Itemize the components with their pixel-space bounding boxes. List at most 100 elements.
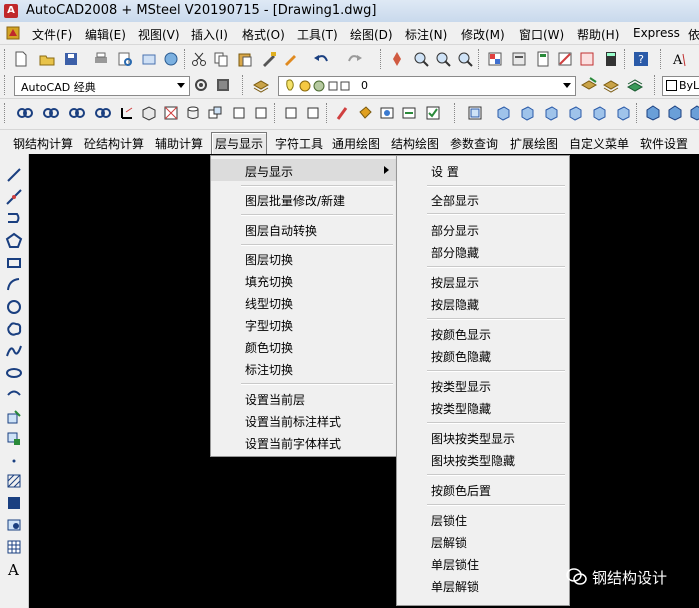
- box-x-icon[interactable]: [162, 104, 180, 122]
- cmd-general-draw[interactable]: 通用绘图: [332, 135, 380, 152]
- undo-icon[interactable]: [312, 50, 330, 68]
- submenu-item-show-by-type[interactable]: 按类型显示: [397, 374, 569, 396]
- markup-icon[interactable]: [578, 50, 596, 68]
- circle-pair-icon[interactable]: [16, 104, 34, 122]
- menu-help[interactable]: 帮助(H): [577, 26, 619, 43]
- menu-dimension[interactable]: 标注(N): [405, 26, 447, 43]
- circle-icon[interactable]: [5, 298, 23, 316]
- cmd-param-query[interactable]: 参数查询: [450, 135, 498, 152]
- hatch-icon[interactable]: [5, 472, 23, 490]
- submenu-item-show-all[interactable]: 全部显示: [397, 188, 569, 210]
- line-icon[interactable]: [5, 166, 23, 184]
- iso-view-icon[interactable]: [688, 104, 699, 122]
- print-icon[interactable]: [92, 50, 110, 68]
- cube-icon[interactable]: [282, 104, 300, 122]
- revision-cloud-icon[interactable]: [5, 320, 23, 338]
- layer-tools-icon[interactable]: [626, 76, 644, 94]
- polyline-icon[interactable]: [5, 210, 23, 228]
- insert-block-icon[interactable]: [5, 408, 23, 426]
- circle-pair-icon[interactable]: [68, 104, 86, 122]
- submenu-item-partial-show[interactable]: 部分显示: [397, 218, 569, 240]
- properties-icon[interactable]: [486, 50, 504, 68]
- menu-file[interactable]: 文件(F): [32, 26, 72, 43]
- paste-icon[interactable]: [236, 50, 254, 68]
- cmd-custom-menu[interactable]: 自定义菜单: [569, 135, 629, 152]
- point-icon[interactable]: [5, 452, 23, 470]
- spline-icon[interactable]: [5, 342, 23, 360]
- submenu-item-layer-unlock[interactable]: 层解锁: [397, 530, 569, 552]
- menu-window[interactable]: 窗口(W): [519, 26, 564, 43]
- layer-previous-icon[interactable]: [602, 76, 620, 94]
- menu-item-fill-switch[interactable]: 填充切换: [211, 269, 397, 291]
- cmd-concrete-calc[interactable]: 砼结构计算: [84, 135, 144, 152]
- ellipse-icon[interactable]: [5, 364, 23, 382]
- view-cube-icon[interactable]: [614, 104, 632, 122]
- cmd-software-settings[interactable]: 软件设置: [640, 135, 688, 152]
- cmd-extended-draw[interactable]: 扩展绘图: [510, 135, 558, 152]
- open-icon[interactable]: [38, 50, 56, 68]
- print-preview-icon[interactable]: [116, 50, 134, 68]
- workspace-settings-icon[interactable]: [192, 76, 210, 94]
- region-icon[interactable]: [5, 516, 23, 534]
- toolbar-grip[interactable]: [4, 49, 8, 69]
- menu-item-batch-layer[interactable]: 图层批量修改/新建: [211, 188, 397, 210]
- layer-manager-icon[interactable]: [252, 76, 270, 94]
- iso-view-icon[interactable]: [644, 104, 662, 122]
- circle-pair-icon[interactable]: [94, 104, 112, 122]
- text-style-icon[interactable]: A: [670, 50, 688, 68]
- 3d-dwf-icon[interactable]: [162, 50, 180, 68]
- submenu-item-partial-hide[interactable]: 部分隐藏: [397, 240, 569, 262]
- layer-select[interactable]: 0: [278, 76, 576, 96]
- view-cube-icon[interactable]: [542, 104, 560, 122]
- toolbar-grip[interactable]: [4, 75, 8, 95]
- menu-item-layer-switch[interactable]: 图层切换: [211, 247, 397, 269]
- design-center-icon[interactable]: [510, 50, 528, 68]
- check-icon[interactable]: [424, 104, 442, 122]
- iso-view-icon[interactable]: [666, 104, 684, 122]
- color-select[interactable]: ByL: [662, 76, 699, 96]
- menu-express[interactable]: Express: [633, 26, 680, 40]
- help-icon[interactable]: ?: [632, 50, 650, 68]
- make-block-icon[interactable]: [5, 430, 23, 448]
- menu-item-color-switch[interactable]: 颜色切换: [211, 335, 397, 357]
- menu-modify[interactable]: 修改(M): [461, 26, 505, 43]
- view-cube-icon[interactable]: [590, 104, 608, 122]
- zoom-realtime-icon[interactable]: [412, 50, 430, 68]
- block-editor-icon[interactable]: [282, 50, 300, 68]
- cmd-aux-calc[interactable]: 辅助计算: [155, 135, 203, 152]
- toolbar-grip[interactable]: [4, 103, 8, 123]
- submenu-item-hide-by-type[interactable]: 按类型隐藏: [397, 396, 569, 418]
- redo-icon[interactable]: [346, 50, 364, 68]
- submenu-item-block-hide-by-type[interactable]: 图块按类型隐藏: [397, 448, 569, 470]
- menu-item-auto-layer-convert[interactable]: 图层自动转换: [211, 218, 397, 240]
- construction-line-icon[interactable]: [5, 188, 23, 206]
- submenu-item-layer-lock[interactable]: 层锁住: [397, 508, 569, 530]
- match-properties-icon[interactable]: [260, 50, 278, 68]
- ucs-icon[interactable]: [118, 104, 136, 122]
- menu-view[interactable]: 视图(V): [138, 26, 180, 43]
- polygon-icon[interactable]: [5, 232, 23, 250]
- tool-palettes-icon[interactable]: [534, 50, 552, 68]
- menu-item-dim-switch[interactable]: 标注切换: [211, 357, 397, 379]
- cmd-steel-calc[interactable]: 钢结构计算: [13, 135, 73, 152]
- cmd-layer-display[interactable]: 层与显示: [211, 132, 268, 155]
- render-icon[interactable]: [378, 104, 396, 122]
- cube-icon[interactable]: [230, 104, 248, 122]
- menu-item-font-switch[interactable]: 字型切换: [211, 313, 397, 335]
- workspace-save-icon[interactable]: [214, 76, 232, 94]
- cylinder-icon[interactable]: [184, 104, 202, 122]
- menu-item-set-current-textstyle[interactable]: 设置当前字体样式: [211, 431, 397, 453]
- menu-item-set-current-layer[interactable]: 设置当前层: [211, 387, 397, 409]
- gradient-icon[interactable]: [5, 494, 23, 512]
- new-icon[interactable]: [12, 50, 30, 68]
- menu-draw[interactable]: 绘图(D): [350, 26, 393, 43]
- submenu-item-settings[interactable]: 设 置: [397, 159, 569, 181]
- box-icon[interactable]: [140, 104, 158, 122]
- arc-icon[interactable]: [5, 276, 23, 294]
- menu-edit[interactable]: 编辑(E): [85, 26, 126, 43]
- view-cube-icon[interactable]: [518, 104, 536, 122]
- light-icon[interactable]: [400, 104, 418, 122]
- cube-icon[interactable]: [304, 104, 322, 122]
- submenu-item-single-layer-lock[interactable]: 单层锁住: [397, 552, 569, 574]
- calculator-icon[interactable]: [602, 50, 620, 68]
